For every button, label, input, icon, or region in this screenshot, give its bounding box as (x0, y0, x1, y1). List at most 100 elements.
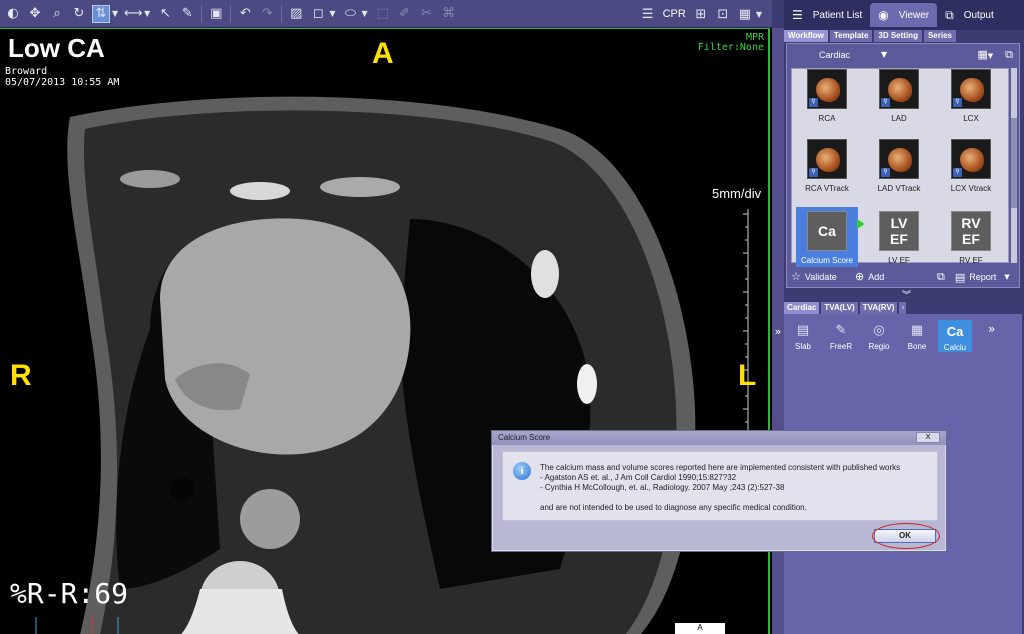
thumb-lcx[interactable]: ⚲ LCX (940, 69, 1002, 123)
grid-icon[interactable]: ▦ (736, 5, 754, 23)
chevron-down-icon[interactable]: ▼ (329, 9, 335, 18)
free-roi-icon: ✎ (835, 322, 847, 338)
layout-icon[interactable]: ☰ (639, 5, 657, 23)
tool-freer[interactable]: ✎ FreeR (824, 320, 858, 352)
tab-more[interactable]: ▫ (899, 302, 907, 314)
report-button[interactable]: ⧉ ▤ Report ▼ (937, 270, 1014, 284)
tab-label: Output (963, 9, 994, 21)
measure-icon[interactable]: ⟷ (124, 5, 143, 23)
report-label: Report (969, 272, 997, 282)
region-icon: ◎ (873, 322, 885, 338)
slab-icon: ▤ (796, 322, 810, 338)
thumb-rv-ef[interactable]: RV EF RV EF (940, 211, 1002, 265)
tab-tva-rv[interactable]: TVA(RV) (859, 302, 898, 314)
undo-icon[interactable]: ↶ (236, 5, 254, 23)
window-level-icon[interactable]: ◐ (4, 5, 22, 23)
bone-icon: ▦ (910, 322, 924, 338)
bone-remove-icon[interactable]: ⌘ (440, 5, 458, 23)
redo-icon[interactable]: ↷ (258, 5, 276, 23)
thumb-lcx-vtrack[interactable]: ⚲ LCX Vtrack (940, 139, 1002, 193)
thumb-rca-vtrack[interactable]: ⚲ RCA VTrack (796, 139, 858, 193)
edit-icon[interactable]: ✐ (396, 5, 414, 23)
output-icon: ⧉ (945, 7, 954, 22)
tab-cardiac[interactable]: Cardiac (784, 302, 820, 314)
fit-icon[interactable]: ▣ (207, 5, 225, 23)
tab-label: Viewer (898, 9, 930, 21)
tab-patient-list[interactable]: ☰ Patient List (784, 3, 870, 27)
workflow-thumbnails: ⚲ RCA ⚲ LAD ⚲ LCX ⚲ RCA VTrack ⚲ LAD VTr… (791, 68, 1009, 267)
tab-workflow[interactable]: Workflow (784, 30, 828, 42)
plus-box-icon[interactable]: ⊞ (692, 5, 710, 23)
chevron-down-icon[interactable]: ▼ (361, 9, 367, 18)
scroll-icon[interactable]: ⇅ (92, 4, 110, 23)
zoom-icon[interactable]: ⌕ (48, 5, 66, 23)
ok-button[interactable]: OK (874, 529, 936, 543)
segment-icon[interactable]: ⬚ (374, 5, 392, 23)
workflow-tabs: Workflow Template 3D Setting Series (784, 30, 1024, 42)
thumb-label: LV EF (888, 256, 910, 265)
play-arrow-icon (857, 219, 865, 229)
tool-bone[interactable]: ▦ Bone (900, 320, 934, 352)
copy-icon: ⧉ (937, 270, 945, 283)
image-icon[interactable]: ▨ (287, 5, 305, 23)
cpr-button[interactable]: CPR (663, 8, 686, 20)
pan-icon[interactable]: ✥ (26, 5, 44, 23)
rca-thumbnail-icon: ⚲ (807, 69, 847, 109)
thumb-lv-ef[interactable]: LV EF LV EF (868, 211, 930, 265)
orientation-marker: A (675, 623, 725, 634)
chevron-down-icon[interactable]: ▼ (144, 9, 150, 18)
tab-3d-setting[interactable]: 3D Setting (874, 30, 922, 42)
validate-label: Validate (804, 271, 837, 282)
ellipse-icon[interactable]: ⬭ (341, 5, 359, 23)
tool-tabs: Cardiac TVA(LV) TVA(RV) ▫ (784, 302, 1024, 314)
validate-button[interactable]: ☆ Validate (791, 270, 837, 283)
dialog-titlebar: Calcium Score x (492, 431, 946, 445)
report-icon: ▤ (954, 270, 966, 284)
close-button[interactable]: x (916, 432, 940, 443)
orientation-left: L (738, 359, 757, 392)
pointer-icon[interactable]: ↖ (156, 5, 174, 23)
more-chevron-icon[interactable]: » (988, 322, 995, 336)
tab-output[interactable]: ⧉ Output (937, 3, 1002, 27)
tool-label: Calciu (943, 343, 967, 352)
tab-tva-lv[interactable]: TVA(LV) (821, 302, 858, 314)
tool-slab[interactable]: ▤ Slab (786, 320, 820, 352)
toolbar-divider (281, 4, 283, 23)
thumb-label: RCA VTrack (805, 184, 849, 193)
thumb-label: LCX Vtrack (950, 184, 992, 193)
eye-icon: ◉ (878, 8, 889, 22)
toolbar-divider (201, 4, 203, 23)
tool-region[interactable]: ◎ Regio (862, 320, 896, 352)
grid-icon[interactable]: ▦ (977, 48, 987, 61)
thumb-label: LCX (963, 114, 979, 123)
tab-template[interactable]: Template (829, 30, 873, 42)
copy-icon[interactable]: ⧉ (1005, 48, 1013, 61)
thumbnail-scrollbar[interactable] (1011, 68, 1017, 263)
add-button[interactable]: ⊕ Add (855, 270, 884, 283)
tool-label: Bone (907, 342, 927, 351)
tool-calcium[interactable]: Ca Calciu (938, 320, 972, 352)
thumb-lad[interactable]: ⚲ LAD (868, 69, 930, 123)
thumb-rca[interactable]: ⚲ RCA (796, 69, 858, 123)
tab-viewer[interactable]: ◉ Viewer (870, 3, 938, 27)
rotate-icon[interactable]: ↻ (70, 5, 88, 23)
thumb-label: RCA (818, 114, 836, 123)
chevron-down-icon[interactable]: ▼ (988, 52, 993, 60)
collapse-chevron-icon[interactable]: ︾ (902, 288, 911, 301)
pencil-icon[interactable]: ✎ (178, 5, 196, 23)
calcium-score-tile-icon: Ca (807, 211, 847, 251)
tab-series[interactable]: Series (923, 30, 956, 42)
thumb-lad-vtrack[interactable]: ⚲ LAD VTrack (868, 139, 930, 193)
thumb-calcium-score[interactable]: Ca Calcium Score (796, 207, 858, 267)
lv-ef-tile-icon: LV EF (879, 211, 919, 251)
roi-icon[interactable]: ◻ (309, 5, 327, 23)
workflow-panel: Cardiac ▼ ▦▼ ⧉ ⚲ RCA ⚲ LAD ⚲ LCX ⚲ RCA V… (786, 43, 1020, 288)
sculpt-icon[interactable]: ✂ (418, 5, 436, 23)
add-label: Add (868, 271, 885, 282)
chevron-down-icon[interactable]: ▼ (756, 10, 762, 19)
scrollbar-thumb[interactable] (1011, 118, 1017, 208)
toolbar-divider (230, 4, 232, 23)
list-icon: ☰ (792, 8, 803, 22)
chevron-down-icon[interactable]: ▼ (112, 9, 118, 18)
zoom-box-icon[interactable]: ⊡ (714, 5, 732, 23)
